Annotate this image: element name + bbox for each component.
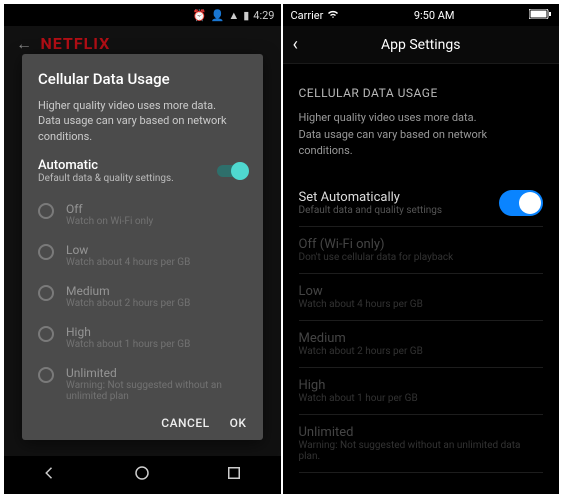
automatic-row[interactable]: Automatic Default data & quality setting…: [38, 158, 247, 194]
nav-back-icon[interactable]: [41, 464, 59, 486]
option-low[interactable]: LowWatch about 4 hours per GB: [299, 274, 544, 321]
back-arrow-icon[interactable]: ←: [16, 34, 32, 53]
ok-button[interactable]: OK: [230, 416, 247, 430]
set-automatically-row[interactable]: Set Automatically Default data and quali…: [299, 180, 544, 227]
status-time: 4:29: [253, 10, 274, 21]
set-automatically-toggle[interactable]: [499, 190, 543, 216]
radio-icon: [38, 244, 54, 260]
android-screen: ⏰ 👤 ▲ ▮ 4:29 ← NETFLIX Cellular Data Usa…: [4, 4, 281, 494]
ios-status-bar: Carrier 9:50 AM: [283, 4, 560, 26]
section-header: CELLULAR DATA USAGE: [299, 86, 544, 100]
option-off[interactable]: Off (Wi-Fi only)Don't use cellular data …: [299, 227, 544, 274]
carrier-label: Carrier: [291, 9, 324, 22]
ios-screen: Carrier 9:50 AM ‹ App Settings CELLULAR …: [283, 4, 560, 494]
radio-icon: [38, 367, 54, 383]
automatic-label: Automatic: [38, 158, 174, 173]
option-unlimited[interactable]: UnlimitedWarning: Not suggested without …: [299, 415, 544, 473]
battery-icon: [529, 9, 551, 22]
cellular-data-dialog: Cellular Data Usage Higher quality video…: [22, 54, 263, 440]
android-status-bar: ⏰ 👤 ▲ ▮ 4:29: [4, 4, 281, 26]
wifi-icon: [327, 9, 339, 22]
automatic-toggle[interactable]: [217, 165, 247, 177]
battery-icon: ▮: [243, 10, 249, 21]
option-low[interactable]: LowWatch about 4 hours per GB: [38, 235, 247, 276]
option-medium[interactable]: MediumWatch about 2 hours per GB: [299, 321, 544, 368]
section-description: Higher quality video uses more data. Dat…: [299, 110, 544, 160]
nav-recents-icon[interactable]: [225, 464, 243, 486]
user-icon: 👤: [211, 10, 225, 21]
option-high[interactable]: HighWatch about 1 hour per GB: [299, 368, 544, 415]
alarm-icon: ⏰: [193, 10, 207, 21]
android-nav-bar: [4, 456, 281, 494]
option-high[interactable]: HighWatch about 1 hours per GB: [38, 317, 247, 358]
status-time: 9:50 AM: [414, 9, 455, 22]
cancel-button[interactable]: CANCEL: [161, 416, 209, 430]
set-automatically-label: Set Automatically: [299, 190, 443, 205]
radio-icon: [38, 203, 54, 219]
back-chevron-icon[interactable]: ‹: [293, 34, 298, 55]
automatic-sublabel: Default data & quality settings.: [38, 173, 174, 184]
radio-icon: [38, 326, 54, 342]
dialog-description: Higher quality video uses more data. Dat…: [38, 98, 247, 144]
netflix-logo: NETFLIX: [40, 34, 110, 53]
page-title: App Settings: [381, 37, 460, 53]
set-automatically-sublabel: Default data and quality settings: [299, 205, 443, 216]
option-medium[interactable]: MediumWatch about 2 hours per GB: [38, 276, 247, 317]
radio-icon: [38, 285, 54, 301]
ios-header: ‹ App Settings: [283, 26, 560, 64]
signal-icon: ▲: [228, 10, 239, 21]
option-unlimited[interactable]: UnlimitedWarning: Not suggested without …: [38, 358, 247, 410]
nav-home-icon[interactable]: [133, 464, 151, 486]
option-off[interactable]: OffWatch on Wi-Fi only: [38, 194, 247, 235]
dialog-title: Cellular Data Usage: [38, 70, 247, 88]
